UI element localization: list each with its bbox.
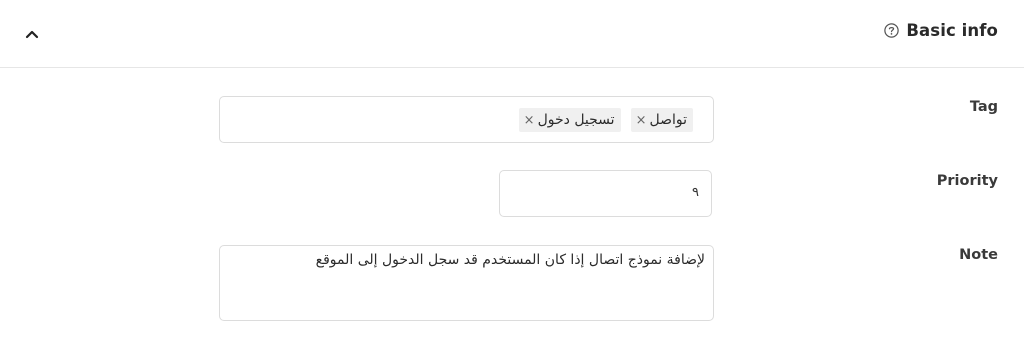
remove-tag-icon[interactable]: × — [636, 113, 647, 128]
tag-chip-label: تسجيل دخول — [537, 112, 615, 128]
remove-tag-icon[interactable]: × — [524, 113, 535, 128]
tag-chip: × تواصل — [630, 108, 693, 132]
tag-list: × تواصل × تسجيل دخول — [518, 108, 693, 132]
note-label: Note — [959, 247, 998, 263]
priority-label: Priority — [936, 173, 998, 189]
priority-input[interactable]: ٩ — [499, 170, 712, 217]
tag-label: Tag — [969, 99, 998, 115]
chevron-up-icon — [25, 30, 39, 39]
collapse-button[interactable] — [22, 24, 42, 44]
note-textarea[interactable]: لإضافة نموذج اتصال إذا كان المستخدم قد س… — [219, 245, 714, 321]
tag-input[interactable]: × تواصل × تسجيل دخول — [219, 96, 714, 143]
note-value: لإضافة نموذج اتصال إذا كان المستخدم قد س… — [315, 252, 705, 268]
priority-value: ٩ — [692, 185, 699, 200]
tag-chip: × تسجيل دخول — [518, 108, 621, 132]
tag-chip-label: تواصل — [649, 112, 687, 128]
section-title: Basic info — [906, 21, 998, 40]
help-circle-icon[interactable] — [883, 22, 900, 39]
section-title-wrap: Basic info — [883, 21, 998, 40]
section-header: Basic info — [0, 0, 1024, 68]
